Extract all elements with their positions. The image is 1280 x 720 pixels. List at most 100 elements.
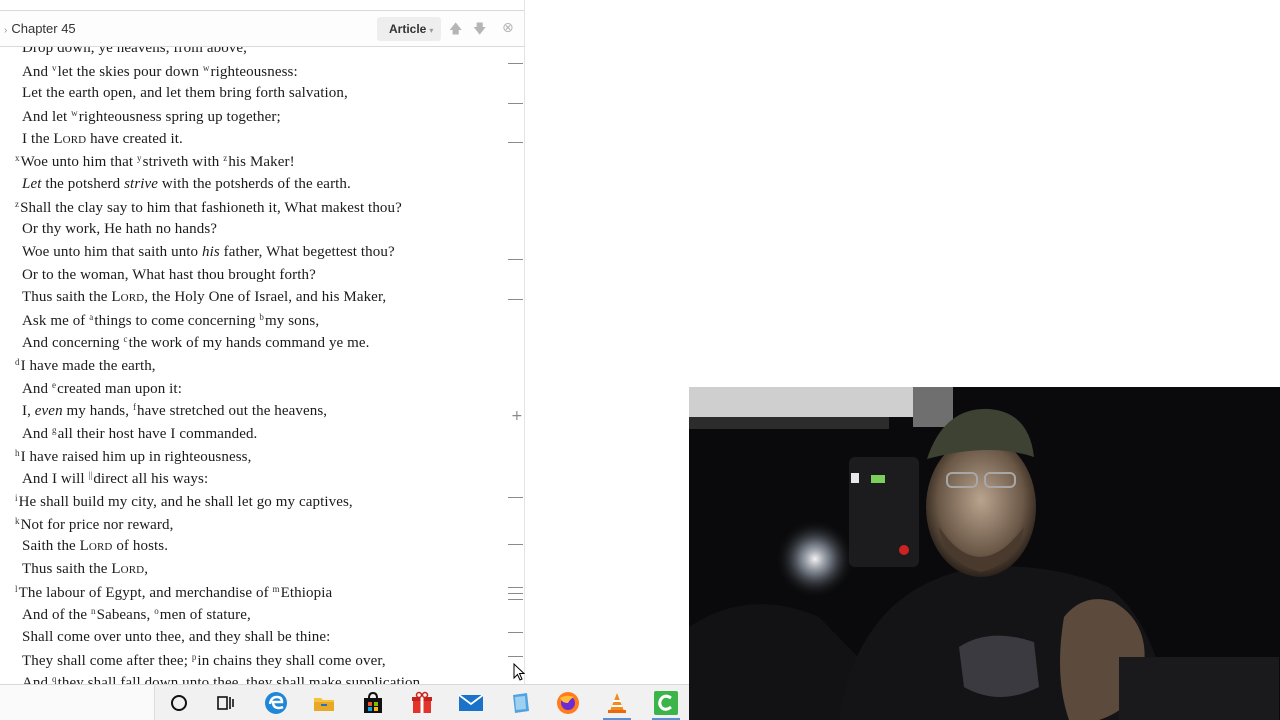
verse-text: Shall come over unto thee, and they shal… <box>22 628 331 645</box>
close-circle-icon[interactable]: ⊗ <box>502 20 514 36</box>
view-mode-dropdown[interactable]: Article ▾ <box>377 17 441 41</box>
cross-reference-marker[interactable]: y <box>137 153 142 163</box>
verse-text: I have raised him up in righteousness, <box>20 448 252 465</box>
mail-icon[interactable] <box>457 689 485 717</box>
cross-reference-marker[interactable]: m <box>273 584 280 594</box>
verse-line[interactable]: I the Lord have created it. <box>22 131 183 148</box>
verse-text: And I will <box>22 471 89 488</box>
verse-line[interactable]: Drop down, ye heavens, from above, <box>22 47 247 57</box>
verse-text: Let the earth open, and let them bring f… <box>22 85 348 102</box>
divine-name: Lord <box>53 130 87 147</box>
verse-line[interactable]: Thus saith the Lord, the Holy One of Isr… <box>22 289 386 306</box>
verse-line[interactable]: And I will ||direct all his ways: <box>22 470 208 488</box>
verse-line[interactable]: Thus saith the Lord, <box>22 561 148 578</box>
vlc-icon[interactable] <box>603 689 631 717</box>
plus-icon[interactable]: + <box>511 408 523 424</box>
verse-line[interactable]: They shall come after thee; pin chains t… <box>22 652 386 670</box>
verse-line[interactable]: zShall the clay say to him that fashione… <box>15 199 402 217</box>
cross-reference-marker[interactable]: w <box>71 108 78 118</box>
verse-line[interactable]: Or to the woman, What hast thou brought … <box>22 267 316 284</box>
cross-reference-marker[interactable]: e <box>52 380 56 390</box>
verse-line[interactable]: And concerning cthe work of my hands com… <box>22 334 370 352</box>
verse-line[interactable]: xWoe unto him that ystriveth with zhis M… <box>15 153 295 171</box>
cross-reference-marker[interactable]: || <box>89 470 93 480</box>
cross-reference-marker[interactable]: a <box>89 312 93 322</box>
verse-line[interactable]: lThe labour of Egypt, and merchandise of… <box>15 584 332 602</box>
footnote-marker[interactable]: z <box>15 199 19 209</box>
footnote-marker[interactable]: x <box>15 153 20 163</box>
cortana-icon[interactable] <box>165 689 193 717</box>
verse-text: Woe unto him that <box>20 154 138 171</box>
cross-reference-marker[interactable]: o <box>154 606 159 616</box>
verse-line[interactable]: And let wrighteousness spring up togethe… <box>22 108 281 126</box>
store-icon[interactable] <box>359 689 387 717</box>
verse-text: all their host have I commanded. <box>57 426 258 443</box>
app-icon[interactable] <box>507 689 535 717</box>
verse-line[interactable]: And ecreated man upon it: <box>22 380 182 398</box>
divine-name: Lord <box>79 538 113 555</box>
verse-line[interactable]: dI have made the earth, <box>15 357 156 375</box>
verse-text: Ask me of <box>22 312 90 329</box>
verse-line[interactable]: Let the earth open, and let them bring f… <box>22 85 348 102</box>
footnote-marker[interactable]: d <box>15 357 20 367</box>
webcam-video-overlay <box>689 387 1280 720</box>
verse-text: let the skies pour down <box>57 63 203 80</box>
scroll-markers[interactable]: + <box>508 47 524 687</box>
verse-line[interactable]: iHe shall build my city, and he shall le… <box>15 493 353 511</box>
verse-text: Shall the clay say to him that fashionet… <box>20 199 402 216</box>
divine-name: Lord <box>111 289 145 306</box>
verse-text: things to come concerning <box>94 312 260 329</box>
verse-text: of hosts. <box>112 538 169 555</box>
verse-text: And <box>22 380 52 397</box>
verse-line[interactable]: I, even my hands, fhave stretched out th… <box>22 402 327 420</box>
arrow-up-icon[interactable]: 🡅 <box>449 20 462 42</box>
verse-line[interactable]: And of the nSabeans, omen of stature, <box>22 606 251 624</box>
chevron-down-icon: ▾ <box>429 26 434 35</box>
verse-line[interactable]: Woe unto him that saith unto his father,… <box>22 244 395 261</box>
verse-text: I the <box>22 130 54 147</box>
taskbar-search[interactable] <box>0 685 155 720</box>
arrow-down-icon[interactable]: 🡇 <box>473 20 486 42</box>
green-app-icon[interactable] <box>652 689 680 717</box>
cross-reference-marker[interactable]: q <box>52 674 57 684</box>
verse-text: I, <box>22 403 35 420</box>
verse-text: striveth with <box>142 154 224 171</box>
cross-reference-marker[interactable]: f <box>133 402 136 412</box>
file-explorer-icon[interactable] <box>310 689 338 717</box>
edge-icon[interactable] <box>262 689 290 717</box>
verse-text: father, What begettest thou? <box>219 243 395 260</box>
verse-line[interactable]: hI have raised him up in righteousness, <box>15 448 251 466</box>
chevron-right-icon: › <box>4 25 8 36</box>
cross-reference-marker[interactable]: w <box>203 63 210 73</box>
mouse-cursor-icon <box>513 663 525 681</box>
verse-text: Ethiopia <box>280 584 333 601</box>
cross-reference-marker[interactable]: v <box>52 63 57 73</box>
footnote-marker[interactable]: k <box>15 516 20 526</box>
verse-text: the potsherd <box>41 175 125 192</box>
chapter-breadcrumb[interactable]: › Chapter 45 <box>4 21 76 36</box>
task-view-icon[interactable] <box>212 689 240 717</box>
verse-line[interactable]: Ask me of athings to come concerning bmy… <box>22 312 319 330</box>
cross-reference-marker[interactable]: p <box>192 652 197 662</box>
footnote-marker[interactable]: l <box>15 584 18 594</box>
verse-text: And <box>22 426 52 443</box>
footnote-marker[interactable]: h <box>15 448 20 458</box>
cross-reference-marker[interactable]: z <box>223 153 227 163</box>
verse-line[interactable]: kNot for price nor reward, <box>15 516 173 534</box>
verse-line[interactable]: And gall their host have I commanded. <box>22 425 257 443</box>
verse-line[interactable]: Let the potsherd strive with the potsher… <box>22 176 351 193</box>
verse-line[interactable]: Or thy work, He hath no hands? <box>22 221 217 238</box>
gift-icon[interactable] <box>408 689 436 717</box>
verse-text: the work of my hands command ye me. <box>128 335 370 352</box>
footnote-marker[interactable]: i <box>15 493 18 503</box>
cross-reference-marker[interactable]: g <box>52 425 57 435</box>
cross-reference-marker[interactable]: c <box>123 334 127 344</box>
verse-line[interactable]: Shall come over unto thee, and they shal… <box>22 629 330 646</box>
italic-word: strive <box>124 175 159 192</box>
firefox-icon[interactable] <box>554 689 582 717</box>
verse-line[interactable]: Saith the Lord of hosts. <box>22 538 168 555</box>
cross-reference-marker[interactable]: n <box>91 606 96 616</box>
verse-line[interactable]: And vlet the skies pour down wrighteousn… <box>22 63 298 81</box>
verse-text: I have made the earth, <box>20 358 156 375</box>
cross-reference-marker[interactable]: b <box>259 312 264 322</box>
